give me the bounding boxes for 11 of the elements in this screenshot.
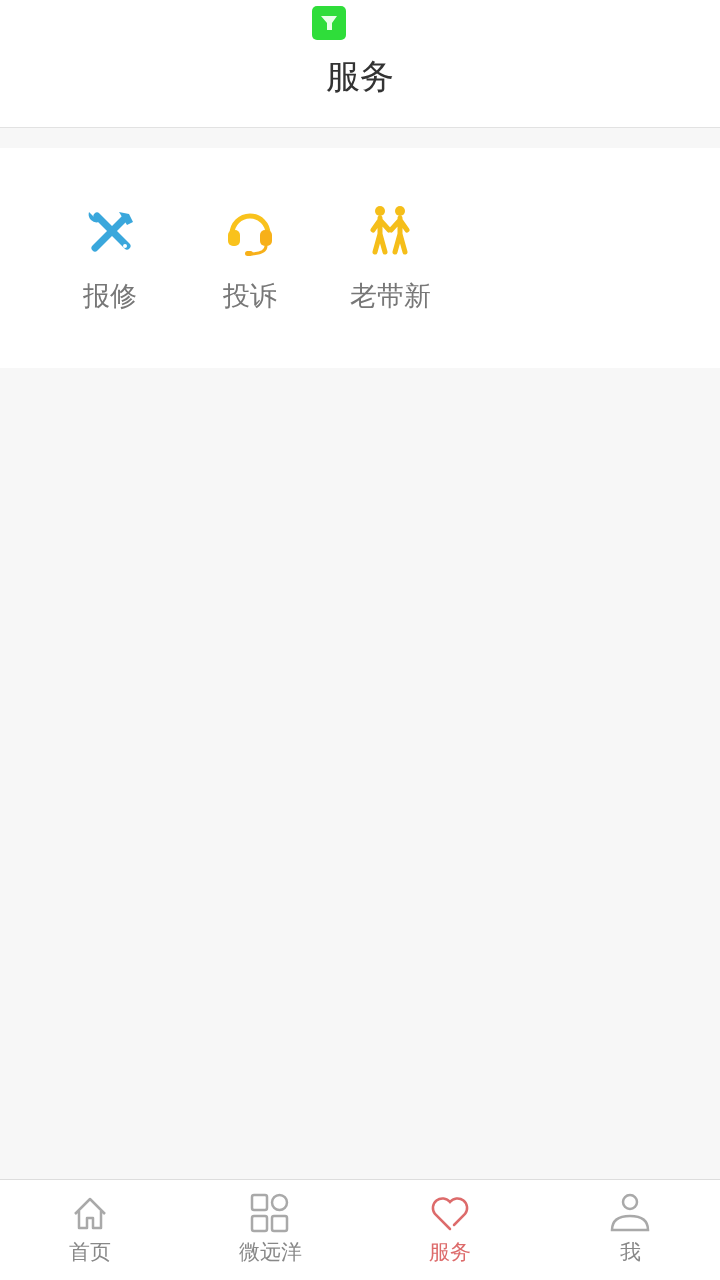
service-label[interactable]: 老带新: [349, 278, 431, 314]
service-label[interactable]: 报修: [83, 278, 137, 314]
app-logo-icon: [312, 6, 346, 40]
page-title: 服务: [326, 55, 394, 98]
grid-icon: [249, 1192, 291, 1234]
nav-tab[interactable]: 服务: [360, 1180, 540, 1280]
nav-tab[interactable]: 我: [540, 1180, 720, 1280]
nav-tab[interactable]: 首页: [0, 1180, 180, 1280]
person-icon: [609, 1192, 651, 1234]
service-label[interactable]: 投诉: [223, 278, 277, 314]
nav-tab[interactable]: 微远洋: [180, 1180, 360, 1280]
